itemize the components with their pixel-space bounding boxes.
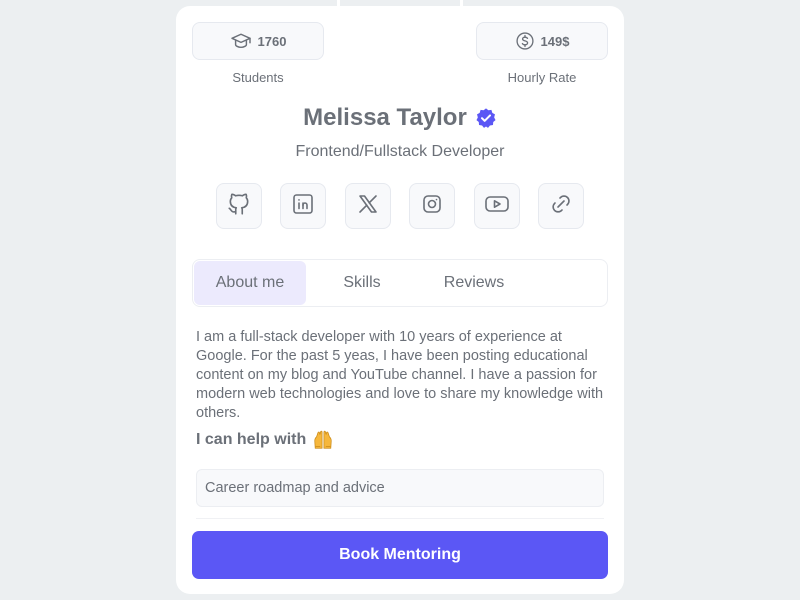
profile-tabs: About me Skills Reviews <box>192 259 608 307</box>
linkedin-link[interactable] <box>280 183 327 229</box>
hourly-rate-label: Hourly Rate <box>507 70 577 85</box>
website-link[interactable] <box>537 183 584 229</box>
x-link[interactable] <box>344 183 391 229</box>
help-item-career-roadmap: Career roadmap and advice <box>196 469 604 507</box>
instagram-icon <box>420 192 444 221</box>
students-stat: 1760 Students <box>192 22 324 85</box>
youtube-icon <box>483 192 511 221</box>
about-text: I am a full-stack developer with 10 year… <box>196 329 604 421</box>
hourly-rate-stat: 149$ Hourly Rate <box>476 22 608 85</box>
github-icon <box>226 191 252 222</box>
profile-card: 1760 Students 149$ Hourly Rate Melissa T… <box>176 6 624 594</box>
x-icon <box>356 192 380 221</box>
instagram-link[interactable] <box>409 183 456 229</box>
profile-role: Frontend/Fullstack Developer <box>295 143 505 160</box>
social-links <box>216 183 584 229</box>
linkedin-icon <box>291 192 315 221</box>
dollar-coin-icon <box>515 31 535 51</box>
profile-name: Melissa Taylor <box>303 104 467 131</box>
tab-reviews[interactable]: Reviews <box>418 261 530 305</box>
github-link[interactable] <box>216 183 262 229</box>
raising-hands-icon <box>312 429 334 451</box>
tab-about-me[interactable]: About me <box>194 261 306 305</box>
help-heading-row: I can help with <box>196 429 334 451</box>
link-icon <box>549 192 573 221</box>
name-row: Melissa Taylor <box>176 104 624 132</box>
tab-skills[interactable]: Skills <box>306 261 418 305</box>
help-heading: I can help with <box>196 431 307 448</box>
students-count: 1760 <box>257 33 287 49</box>
verified-badge-icon <box>475 107 497 129</box>
graduation-cap-icon <box>230 32 252 50</box>
hourly-rate-value: 149$ <box>540 33 570 49</box>
students-stat-box: 1760 <box>192 22 324 60</box>
students-label: Students <box>232 70 284 85</box>
help-divider <box>196 518 604 519</box>
hourly-rate-stat-box: 149$ <box>476 22 608 60</box>
book-mentoring-button[interactable]: Book Mentoring <box>192 531 608 579</box>
youtube-link[interactable] <box>473 183 520 229</box>
